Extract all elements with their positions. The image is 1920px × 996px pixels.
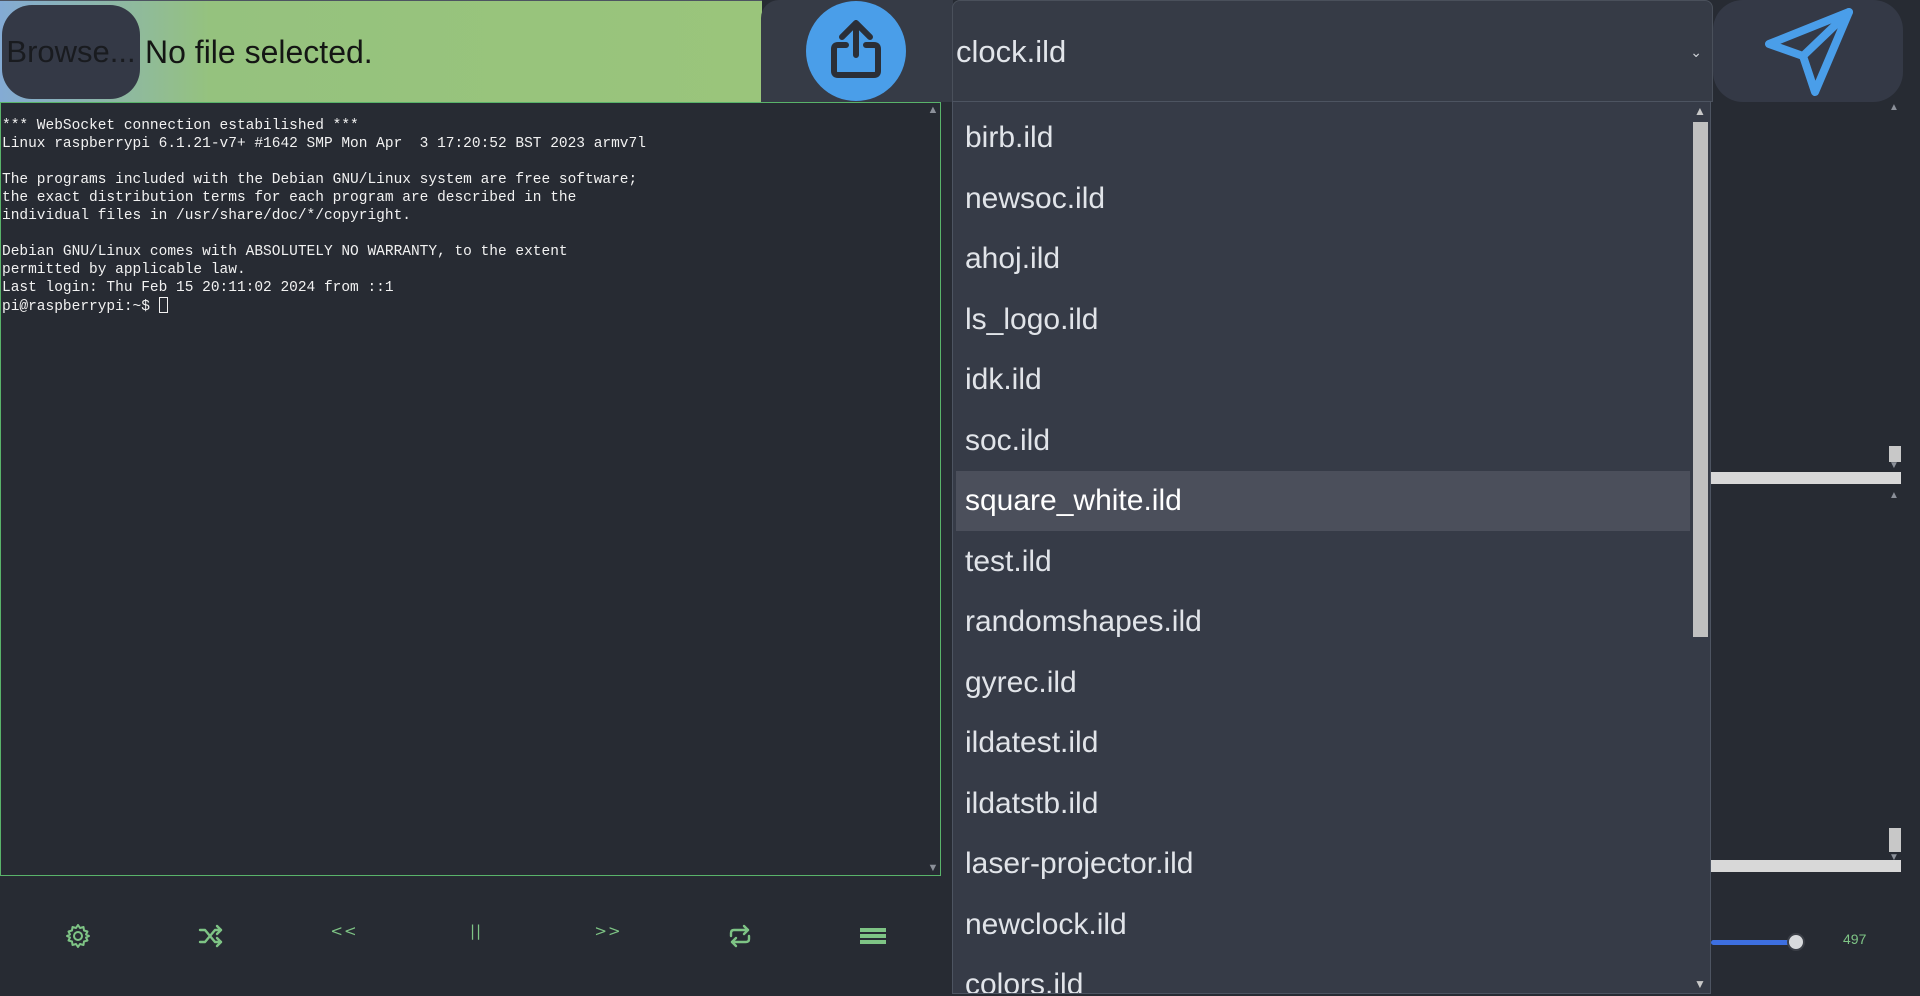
dropdown-option[interactable]: square_white.ild	[956, 471, 1690, 531]
scroll-down-arrow-icon[interactable]: ▼	[1690, 975, 1710, 993]
terminal-line: permitted by applicable law.	[2, 262, 246, 278]
upload-icon	[831, 20, 881, 78]
dropdown-option[interactable]: laser-projector.ild	[956, 834, 1690, 894]
send-button[interactable]	[1713, 0, 1903, 102]
upload-button[interactable]	[806, 1, 906, 101]
shuffle-button[interactable]	[186, 876, 236, 996]
panel-divider	[1711, 472, 1901, 484]
previous-label: <<	[330, 922, 358, 940]
top-bar: Browse... No file selected. clock.ild ⌄	[0, 0, 1920, 102]
speed-slider-value: 497	[1843, 931, 1867, 947]
dropdown-option[interactable]: ildatstb.ild	[956, 774, 1690, 834]
terminal-cursor	[158, 297, 168, 313]
scroll-down-arrow-icon[interactable]: ▼	[1887, 460, 1901, 472]
gear-icon	[66, 924, 90, 948]
file-select[interactable]: clock.ild ⌄	[952, 0, 1713, 102]
right-panel: ▲ ▼ ▲ ▼ 497	[1711, 102, 1920, 996]
next-button[interactable]: >>	[583, 876, 633, 996]
list-icon	[860, 928, 886, 944]
shuffle-icon	[198, 924, 223, 948]
dropdown-option[interactable]: newclock.ild	[956, 895, 1690, 955]
scroll-up-arrow-icon[interactable]: ▲	[926, 103, 940, 117]
dropdown-option[interactable]: ildatest.ild	[956, 713, 1690, 773]
pause-label: ||	[469, 922, 483, 940]
speed-slider-track[interactable]	[1711, 940, 1795, 945]
speed-slider-handle[interactable]	[1787, 933, 1805, 951]
panel-divider	[1711, 860, 1901, 872]
terminal-line: The programs included with the Debian GN…	[2, 172, 638, 188]
right-panel-upper-scrollbar[interactable]: ▲ ▼	[1887, 102, 1901, 472]
dropdown-option[interactable]: ahoj.ild	[956, 229, 1690, 289]
right-panel-upper: ▲ ▼	[1711, 102, 1901, 472]
playlist-button[interactable]	[848, 876, 898, 996]
send-icon	[1765, 8, 1853, 96]
terminal-scrollbar[interactable]: ▲ ▼	[926, 103, 940, 875]
settings-button[interactable]	[53, 876, 103, 996]
terminal-line: Last login: Thu Feb 15 20:11:02 2024 fro…	[2, 280, 394, 296]
repeat-icon	[729, 924, 751, 948]
terminal-line: Linux raspberrypi 6.1.21-v7+ #1642 SMP M…	[2, 136, 646, 152]
dropdown-option[interactable]: randomshapes.ild	[956, 592, 1690, 652]
file-select-dropdown[interactable]: birb.ild newsoc.ild ahoj.ild ls_logo.ild idk…	[952, 101, 1711, 994]
file-status-text: No file selected.	[145, 34, 373, 70]
file-input[interactable]: Browse... No file selected.	[0, 0, 762, 102]
terminal-lines: *** WebSocket connection estabilished **…	[2, 118, 646, 296]
pause-button[interactable]: ||	[451, 876, 501, 996]
terminal[interactable]: *** WebSocket connection estabilished **…	[0, 102, 941, 876]
previous-button[interactable]: <<	[319, 876, 369, 996]
dropdown-scrollbar[interactable]: ▲ ▼	[1690, 102, 1710, 993]
dropdown-option[interactable]: test.ild	[956, 532, 1690, 592]
terminal-line: Debian GNU/Linux comes with ABSOLUTELY N…	[2, 244, 568, 260]
dropdown-option[interactable]: newsoc.ild	[956, 169, 1690, 229]
right-panel-lower: ▲ ▼	[1711, 490, 1901, 864]
playback-controls: << || >>	[0, 876, 941, 996]
dropdown-option[interactable]: ls_logo.ild	[956, 290, 1690, 350]
dropdown-option[interactable]: gyrec.ild	[956, 653, 1690, 713]
terminal-line: individual files in /usr/share/doc/*/cop…	[2, 208, 411, 224]
right-panel-lower-scrollbar[interactable]: ▲ ▼	[1887, 490, 1901, 864]
chevron-down-icon: ⌄	[1690, 44, 1702, 60]
scrollbar-thumb[interactable]	[1889, 828, 1901, 852]
upload-button-area	[761, 0, 953, 102]
dropdown-option[interactable]: idk.ild	[956, 350, 1690, 410]
scroll-down-arrow-icon[interactable]: ▼	[926, 861, 940, 875]
scroll-up-arrow-icon[interactable]: ▲	[1887, 102, 1901, 114]
scroll-up-arrow-icon[interactable]: ▲	[1887, 490, 1901, 502]
browse-button[interactable]: Browse...	[2, 5, 140, 99]
next-label: >>	[594, 922, 622, 940]
terminal-prompt: pi@raspberrypi:~$	[2, 299, 159, 315]
repeat-button[interactable]	[715, 876, 765, 996]
terminal-output: *** WebSocket connection estabilished **…	[1, 103, 940, 316]
scrollbar-thumb[interactable]	[1693, 122, 1708, 637]
file-select-value: clock.ild	[956, 34, 1067, 69]
scroll-up-arrow-icon[interactable]: ▲	[1690, 102, 1710, 120]
page-right-margin	[1903, 0, 1920, 996]
dropdown-option[interactable]: birb.ild	[956, 108, 1690, 168]
dropdown-option[interactable]: colors.ild	[956, 955, 1690, 993]
terminal-line: *** WebSocket connection estabilished **…	[2, 118, 359, 134]
dropdown-option[interactable]: soc.ild	[956, 411, 1690, 471]
terminal-line: the exact distribution terms for each pr…	[2, 190, 577, 206]
